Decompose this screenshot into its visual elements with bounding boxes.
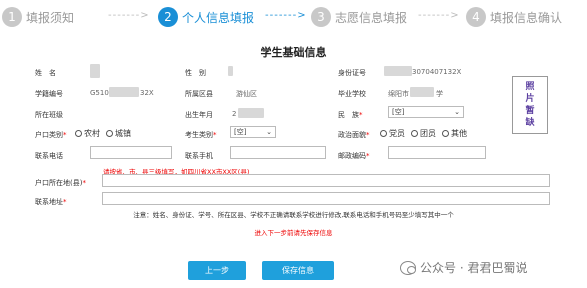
step-number: 4 (466, 7, 486, 27)
student-no-label: 学籍编号 (35, 90, 63, 98)
step-arrow: -------> (418, 10, 460, 21)
exam-type-label: 考生类别* (185, 131, 217, 139)
student-no-value-a: G510 (90, 89, 109, 97)
political-radio-group: 党员 团员 其他 (380, 128, 473, 139)
photo-placeholder: 照 片 暂 缺 (512, 76, 548, 134)
photo-char: 照 (525, 82, 535, 92)
birth-value: 2 (232, 110, 237, 118)
form-title: 学生基础信息 (260, 46, 327, 59)
name-label: 姓 名 (35, 69, 56, 77)
ethnic-select[interactable]: [空] ⌄ (388, 106, 464, 118)
watermark-text: 公众号 · 君君巴蜀说 (420, 261, 528, 275)
mobile-input[interactable] (230, 146, 326, 159)
political-option-league[interactable]: 团员 (411, 128, 436, 139)
exam-type-select-value: [空] (234, 128, 247, 136)
hukou-label: 户口类别* (35, 131, 67, 139)
save-button[interactable]: 保存信息 (262, 261, 334, 280)
phone-label: 联系电话 (35, 152, 63, 160)
id-value: 3070407132X (412, 68, 462, 76)
political-label: 政治面貌* (338, 131, 370, 139)
photo-char: 缺 (525, 118, 535, 128)
ethnic-label: 民 族* (338, 111, 363, 119)
step-label: 填报信息确认 (490, 10, 563, 25)
chevron-down-icon: ⌄ (454, 108, 460, 116)
hukou-option-rural[interactable]: 农村 (75, 128, 100, 139)
district-value: 游仙区 (236, 90, 257, 98)
step-arrow: -------> (108, 10, 150, 21)
step-3: 3 志愿信息填报 (311, 7, 407, 27)
page: 1 填报须知 -------> 2 个人信息填报 -------> 3 志愿信息… (0, 0, 587, 288)
hukou-addr-label: 户口所在地(县)* (35, 179, 86, 187)
student-no-redacted (109, 87, 139, 97)
gender-label: 性 别 (185, 69, 206, 77)
hukou-addr-input[interactable] (102, 174, 550, 187)
step-label: 填报须知 (26, 10, 75, 25)
district-label: 所属区县 (185, 90, 213, 98)
hukou-radio-group: 农村 城镇 (75, 128, 137, 139)
radio-circle[interactable] (411, 130, 418, 137)
birth-label: 出生年月 (185, 111, 213, 119)
address-label: 联系地址* (35, 198, 67, 206)
step-number: 2 (158, 7, 178, 27)
radio-circle[interactable] (106, 130, 113, 137)
birth-redacted (238, 108, 264, 118)
school-redacted (410, 87, 434, 97)
photo-char: 暂 (525, 106, 535, 116)
hukou-option-urban[interactable]: 城镇 (106, 128, 131, 139)
step-label: 个人信息填报 (182, 10, 255, 25)
name-value-redacted (90, 64, 100, 78)
notice-text: 注意：姓名、身份证、学号、所在区县、学校不正确请联系学校进行修改,联系电话和手机… (133, 211, 454, 219)
step-label: 志愿信息填报 (335, 10, 408, 25)
step-4: 4 填报信息确认 (466, 7, 562, 27)
class-label: 所在班级 (35, 111, 63, 119)
political-option-party[interactable]: 党员 (380, 128, 405, 139)
radio-circle[interactable] (75, 130, 82, 137)
step-number: 3 (311, 7, 331, 27)
political-option-other[interactable]: 其他 (442, 128, 467, 139)
radio-circle[interactable] (442, 130, 449, 137)
progress-steps: 1 填报须知 -------> 2 个人信息填报 -------> 3 志愿信息… (0, 0, 587, 34)
postcode-label: 邮政编码* (338, 152, 370, 160)
id-value-redacted (384, 66, 412, 76)
student-no-value-b: 32X (140, 89, 154, 97)
school-label: 毕业学校 (338, 90, 366, 98)
id-label: 身份证号 (338, 69, 366, 77)
step-2: 2 个人信息填报 (158, 7, 254, 27)
radio-circle[interactable] (380, 130, 387, 137)
gender-value-redacted (228, 66, 233, 76)
photo-char: 片 (525, 94, 535, 104)
exam-type-select[interactable]: [空] ⌄ (230, 126, 276, 138)
chevron-down-icon: ⌄ (266, 128, 272, 136)
prev-step-button[interactable]: 上一步 (188, 261, 246, 280)
ethnic-select-value: [空] (392, 108, 405, 116)
postcode-input[interactable] (388, 146, 486, 159)
step-number: 1 (2, 7, 22, 27)
step-arrow: -------> (265, 10, 307, 21)
phone-input[interactable] (90, 146, 172, 159)
save-reminder: 进入下一步前请先保存信息 (254, 229, 333, 237)
school-value-b: 学 (436, 90, 443, 98)
school-value-a: 绵阳市 (388, 90, 409, 98)
watermark: 公众号 · 君君巴蜀说 (400, 259, 527, 276)
address-input[interactable] (102, 192, 550, 205)
mobile-label: 联系手机 (185, 152, 213, 160)
wechat-icon (400, 260, 416, 275)
step-1: 1 填报须知 (2, 7, 74, 27)
